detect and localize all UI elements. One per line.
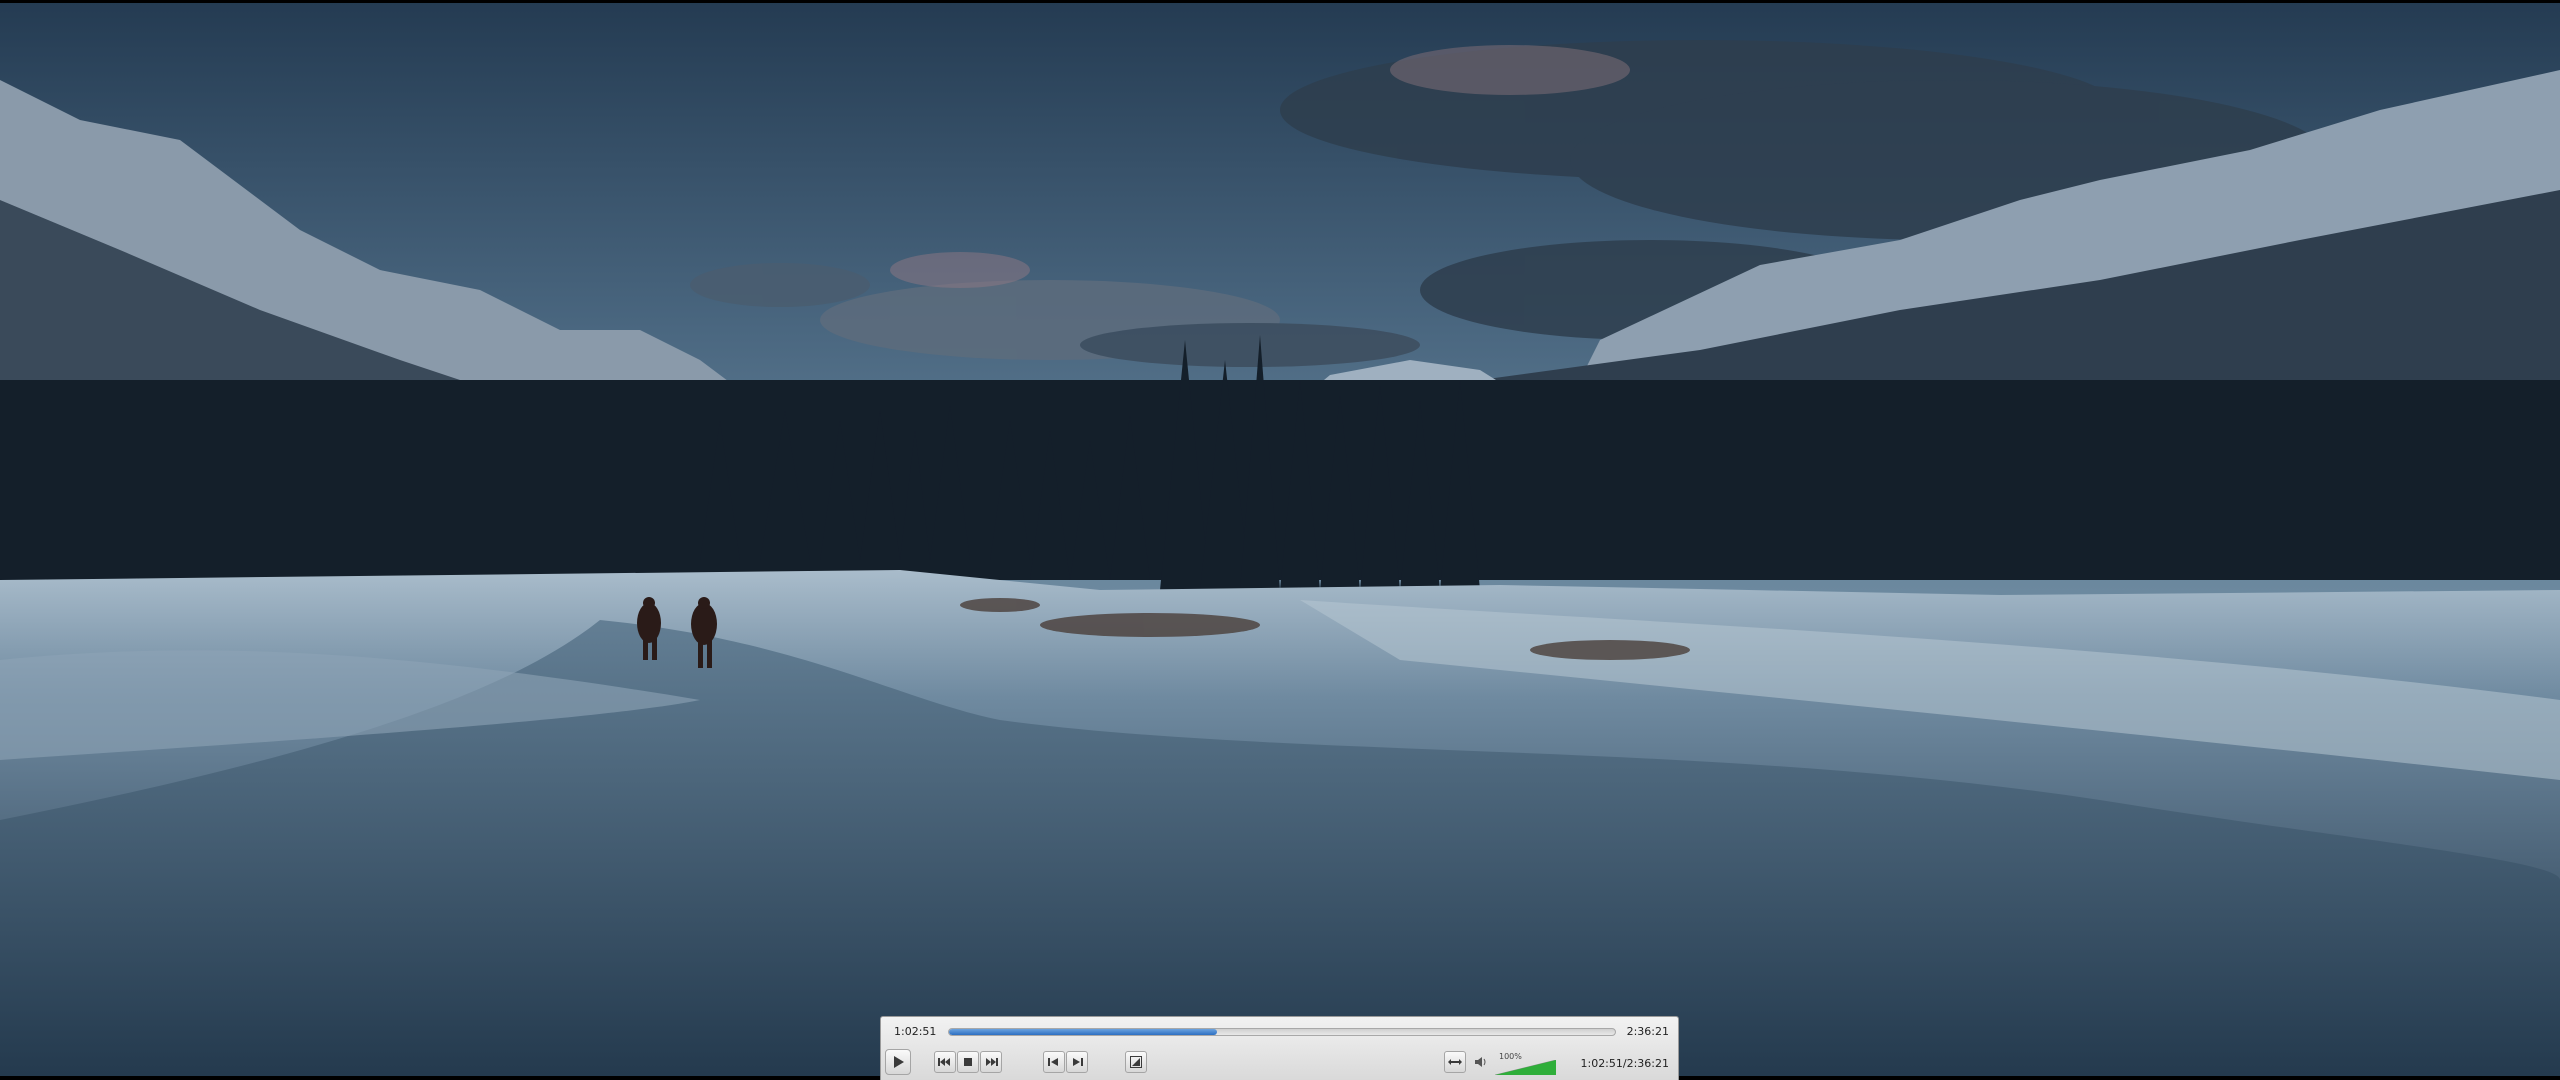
frame-back-icon xyxy=(1048,1058,1058,1066)
next-button[interactable] xyxy=(980,1051,1002,1073)
fullscreen-controller: 1:02:51 2:36:21 100% 1:02:51/2:36:21 xyxy=(880,1016,1679,1080)
volume-slider[interactable] xyxy=(1495,1060,1556,1075)
aspect-ratio-icon xyxy=(1448,1059,1462,1065)
seek-bar[interactable] xyxy=(948,1028,1616,1036)
snapshot-button[interactable] xyxy=(1125,1051,1147,1073)
frame-forward-icon xyxy=(1073,1058,1083,1066)
play-icon xyxy=(894,1056,904,1068)
skip-forward-icon xyxy=(986,1058,998,1066)
video-frame[interactable] xyxy=(0,0,2560,1080)
time-readout: 1:02:51/2:36:21 xyxy=(1580,1057,1669,1070)
video-scene xyxy=(0,0,2560,1080)
stop-icon xyxy=(964,1058,972,1066)
previous-button[interactable] xyxy=(934,1051,956,1073)
seek-bar-progress xyxy=(949,1029,1217,1035)
frame-back-button[interactable] xyxy=(1043,1051,1065,1073)
stop-button[interactable] xyxy=(957,1051,979,1073)
aspect-ratio-button[interactable] xyxy=(1444,1051,1466,1073)
play-button[interactable] xyxy=(885,1049,911,1075)
snapshot-icon xyxy=(1130,1056,1142,1068)
total-time: 2:36:21 xyxy=(1626,1025,1669,1038)
skip-back-icon xyxy=(938,1058,950,1066)
frame-forward-button[interactable] xyxy=(1066,1051,1088,1073)
elapsed-time: 1:02:51 xyxy=(894,1025,937,1038)
speaker-icon[interactable] xyxy=(1474,1055,1488,1069)
